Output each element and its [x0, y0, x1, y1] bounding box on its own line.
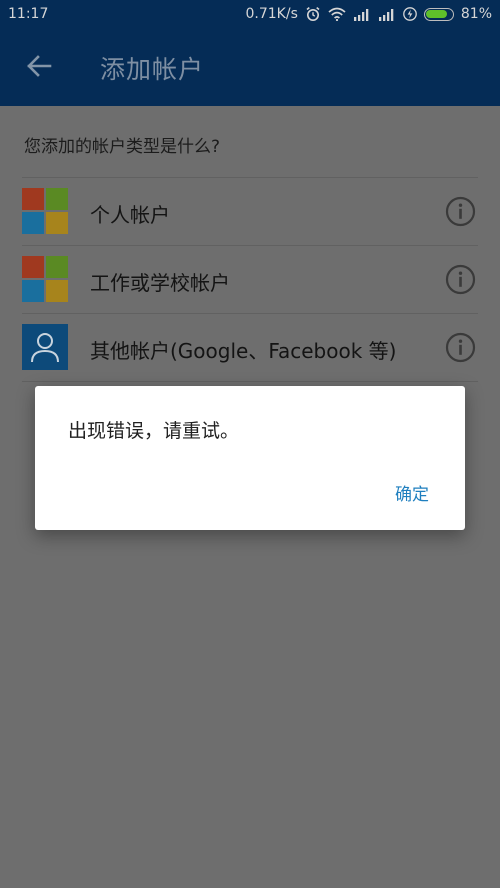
microsoft-logo-icon: [22, 188, 68, 234]
microsoft-logo-icon: [22, 256, 68, 302]
info-icon[interactable]: [445, 332, 476, 363]
account-option-personal[interactable]: 个人帐户: [0, 178, 500, 245]
alarm-icon: [306, 6, 320, 21]
dialog-message: 出现错误，请重试。: [68, 420, 240, 442]
account-option-label: 工作或学校帐户: [90, 271, 230, 295]
wifi-icon: [328, 7, 346, 21]
network-speed: 0.71K/s: [245, 6, 298, 22]
account-option-label: 其他帐户(Google、Facebook 等): [90, 339, 397, 363]
divider: [22, 381, 478, 382]
account-option-label: 个人帐户: [90, 203, 170, 227]
arrow-left-icon[interactable]: [26, 53, 52, 79]
info-icon[interactable]: [445, 196, 476, 227]
battery-icon: [423, 7, 454, 21]
page-title: 添加帐户: [100, 55, 205, 84]
battery-percent: 81%: [460, 6, 492, 22]
app-bar: 添加帐户: [0, 28, 500, 106]
ok-button[interactable]: 确定: [395, 480, 429, 505]
status-icons: 0.71K/s 81%: [246, 6, 493, 22]
account-option-work-school[interactable]: 工作或学校帐户: [0, 246, 500, 313]
status-bar: 11:17 0.71K/s 81%: [0, 0, 500, 28]
info-icon[interactable]: [445, 264, 476, 295]
signal-icon: [378, 8, 394, 21]
battery-level-fill: [426, 10, 447, 18]
account-option-other[interactable]: 其他帐户(Google、Facebook 等): [0, 314, 500, 381]
status-time: 11:17: [8, 6, 49, 22]
error-dialog: 出现错误，请重试。 确定: [35, 386, 465, 530]
person-icon: [22, 324, 68, 370]
charging-icon: [403, 7, 417, 21]
signal-icon: [353, 8, 369, 21]
account-type-question: 您添加的帐户类型是什么?: [24, 137, 221, 157]
